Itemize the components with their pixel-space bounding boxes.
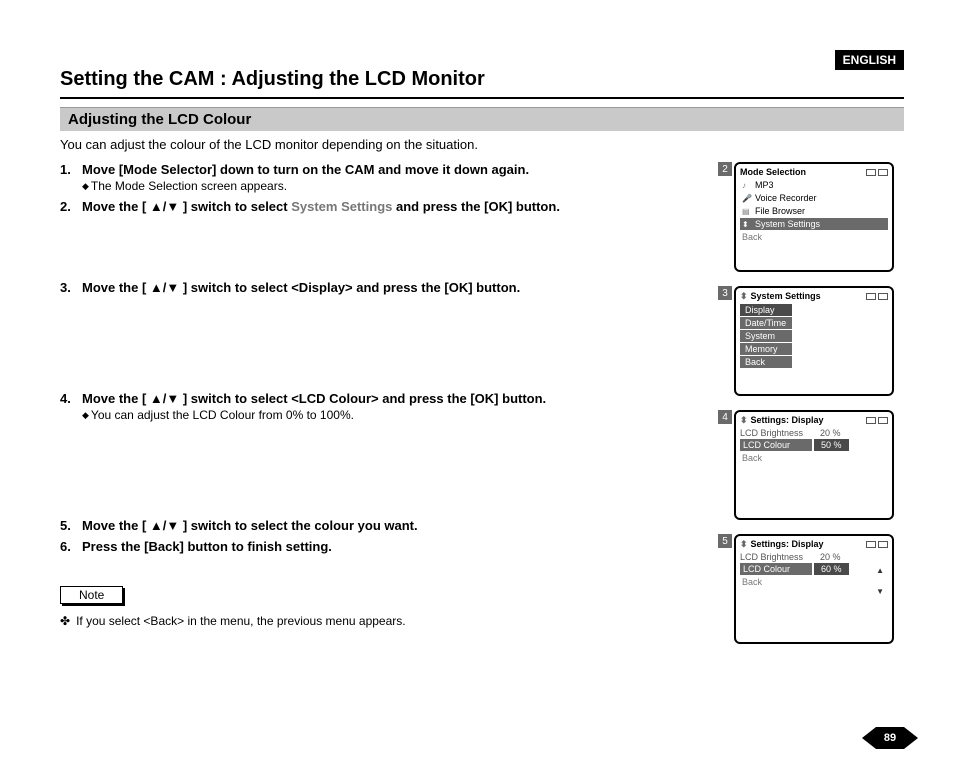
menu-item-back: Back [740, 452, 888, 464]
screen-settings-display-1: 4 ⬍Settings: Display LCD Brightness 20 %… [734, 410, 904, 520]
row-lcd-colour: LCD Colour 60 % [740, 563, 888, 575]
step-sub: ◆The Mode Selection screen appears. [82, 179, 716, 193]
menu-item-system: System [740, 330, 792, 342]
steps-column: 1. Move [Mode Selector] down to turn on … [60, 162, 734, 658]
settings-icon: ⬍ [740, 415, 748, 425]
intro-text: You can adjust the colour of the LCD mon… [60, 137, 904, 152]
chevron-down-icon: ▼ [876, 587, 884, 596]
step-number: 1. [60, 162, 82, 193]
screen-title: System Settings [751, 291, 821, 301]
step-sub: ◆You can adjust the LCD Colour from 0% t… [82, 408, 716, 422]
menu-item-datetime: Date/Time [740, 317, 792, 329]
row-lcd-brightness: LCD Brightness 20 % [740, 428, 888, 438]
menu-item-file: ▤File Browser [740, 205, 888, 217]
row-lcd-brightness: LCD Brightness 20 % [740, 552, 888, 562]
step-text: Move [Mode Selector] down to turn on the… [82, 162, 716, 177]
step-4: 4. Move the [ ▲/▼ ] switch to select <LC… [60, 391, 716, 422]
mic-icon: 🎤 [742, 194, 752, 203]
row-lcd-colour: LCD Colour 50 % [740, 439, 888, 451]
step-6: 6. Press the [Back] button to finish set… [60, 539, 716, 554]
status-icons [866, 169, 888, 176]
menu-item-back: Back [740, 356, 792, 368]
step-text: Move the [ ▲/▼ ] switch to select <Displ… [82, 280, 716, 295]
note-label-box: Note [60, 586, 123, 604]
diamond-icon: ◆ [82, 410, 89, 420]
status-icons [866, 417, 888, 424]
step-2: 2. Move the [ ▲/▼ ] switch to select Sys… [60, 199, 716, 214]
section-title-bar: Adjusting the LCD Colour [60, 107, 904, 131]
step-1: 1. Move [Mode Selector] down to turn on … [60, 162, 716, 193]
menu-item-memory: Memory [740, 343, 792, 355]
folder-icon: ▤ [742, 207, 752, 216]
screen-number-badge: 5 [718, 534, 732, 548]
menu-item-back: Back [740, 576, 888, 588]
step-number: 5. [60, 518, 82, 533]
step-sub-text: You can adjust the LCD Colour from 0% to… [91, 408, 354, 422]
screen-settings-display-2: 5 ⬍Settings: Display LCD Brightness 20 %… [734, 534, 904, 644]
diamond-icon: ◆ [82, 181, 89, 191]
title-divider [60, 97, 904, 99]
step-number: 4. [60, 391, 82, 422]
status-icons [866, 541, 888, 548]
step-text: Move the [ ▲/▼ ] switch to select <LCD C… [82, 391, 716, 406]
screen-number-badge: 3 [718, 286, 732, 300]
screen-system-settings: 3 ⬍System Settings Display Date/Time Sys… [734, 286, 904, 396]
menu-item-back: Back [740, 231, 888, 243]
step-number: 2. [60, 199, 82, 214]
screen-mode-selection: 2 Mode Selection ♪MP3 🎤Voice Recorder ▤F… [734, 162, 904, 272]
step-number: 6. [60, 539, 82, 554]
settings-icon: ⬍ [740, 539, 748, 549]
step-text: Move the [ ▲/▼ ] switch to select System… [82, 199, 716, 214]
menu-item-voice: 🎤Voice Recorder [740, 192, 888, 204]
bullet-icon: ✤ [60, 614, 70, 628]
screen-title: Settings: Display [751, 539, 824, 549]
screen-number-badge: 4 [718, 410, 732, 424]
menu-item-mp3: ♪MP3 [740, 179, 888, 191]
screen-number-badge: 2 [718, 162, 732, 176]
music-icon: ♪ [742, 181, 752, 190]
language-tag: ENGLISH [835, 50, 904, 70]
settings-icon: ⬍ [740, 291, 748, 301]
manual-page: ENGLISH Setting the CAM : Adjusting the … [0, 0, 954, 779]
menu-item-system-settings: ⬍System Settings [740, 218, 888, 230]
up-down-arrows: ▲ ▼ [876, 566, 884, 596]
settings-icon: ⬍ [742, 220, 752, 229]
step-text: Press the [Back] button to finish settin… [82, 539, 716, 554]
highlighted-option: System Settings [291, 199, 392, 214]
screens-column: 2 Mode Selection ♪MP3 🎤Voice Recorder ▤F… [734, 162, 904, 658]
menu-item-display: Display [740, 304, 792, 316]
note-text: ✤If you select <Back> in the menu, the p… [60, 614, 716, 628]
step-sub-text: The Mode Selection screen appears. [91, 179, 287, 193]
step-number: 3. [60, 280, 82, 295]
page-title: Setting the CAM : Adjusting the LCD Moni… [60, 68, 904, 91]
status-icons [866, 293, 888, 300]
step-5: 5. Move the [ ▲/▼ ] switch to select the… [60, 518, 716, 533]
chevron-up-icon: ▲ [876, 566, 884, 575]
screen-title: Mode Selection [740, 167, 806, 177]
step-text: Move the [ ▲/▼ ] switch to select the co… [82, 518, 716, 533]
page-number: 89 [876, 727, 904, 749]
step-3: 3. Move the [ ▲/▼ ] switch to select <Di… [60, 280, 716, 295]
screen-title: Settings: Display [751, 415, 824, 425]
